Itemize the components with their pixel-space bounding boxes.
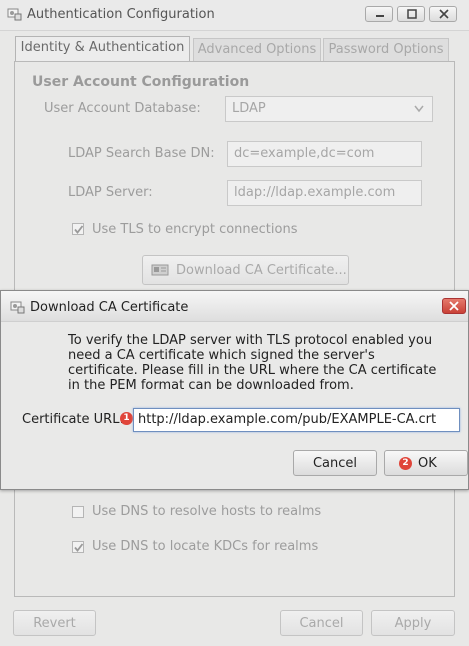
app-icon <box>10 301 25 314</box>
step-badge-2: 2 <box>399 457 412 470</box>
tab-advanced-options[interactable]: Advanced Options <box>193 38 321 62</box>
tab-label: Identity & Authentication <box>20 40 185 55</box>
dns-kdc-label: Use DNS to locate KDCs for realms <box>92 539 319 554</box>
dialog-close-button[interactable] <box>442 298 466 314</box>
minimize-icon <box>376 15 384 17</box>
section-title: User Account Configuration <box>32 74 250 90</box>
download-ca-label: Download CA Certificate... <box>176 263 347 278</box>
certificate-url-label: Certificate URL: <box>22 412 124 427</box>
tls-checkbox[interactable] <box>72 223 84 235</box>
download-ca-certificate-button[interactable]: Download CA Certificate... <box>142 255 349 285</box>
tls-label: Use TLS to encrypt connections <box>92 222 298 237</box>
dialog-cancel-button[interactable]: Cancel <box>293 450 377 476</box>
tab-label: Advanced Options <box>197 42 317 57</box>
ok-label: OK <box>418 456 437 471</box>
app-icon <box>7 8 22 21</box>
check-icon <box>74 225 84 234</box>
ldap-base-dn-input[interactable]: dc=example,dc=com <box>227 141 422 167</box>
ldap-server-label: LDAP Server: <box>68 185 153 200</box>
revert-button[interactable]: Revert <box>13 610 96 636</box>
tab-password-options[interactable]: Password Options <box>323 38 449 62</box>
apply-button[interactable]: Apply <box>371 610 455 636</box>
dns-hosts-checkbox[interactable] <box>72 506 84 518</box>
dialog-title: Download CA Certificate <box>30 300 189 315</box>
check-icon <box>74 543 84 552</box>
dns-hosts-label: Use DNS to resolve hosts to realms <box>92 504 322 519</box>
maximize-button[interactable] <box>397 6 425 22</box>
close-icon <box>449 301 459 311</box>
chevron-down-icon <box>414 105 424 113</box>
download-ca-dialog: Download CA Certificate To verify the LD… <box>0 290 469 490</box>
minimize-button[interactable] <box>365 6 393 22</box>
select-value: LDAP <box>232 101 266 116</box>
dialog-message: To verify the LDAP server with TLS proto… <box>68 333 437 393</box>
window-titlebar: Authentication Configuration <box>0 0 469 31</box>
certificate-url-input[interactable]: http://ldap.example.com/pub/EXAMPLE-CA.c… <box>133 408 460 432</box>
tab-label: Password Options <box>328 42 444 57</box>
user-account-database-label: User Account Database: <box>44 101 201 116</box>
user-account-database-select[interactable]: LDAP <box>225 96 433 122</box>
dns-kdc-checkbox[interactable] <box>72 541 84 553</box>
maximize-icon <box>407 9 417 19</box>
url-value: http://ldap.example.com/pub/EXAMPLE-CA.c… <box>138 412 437 427</box>
ldap-base-dn-label: LDAP Search Base DN: <box>68 146 215 161</box>
window-title: Authentication Configuration <box>27 7 215 22</box>
close-button[interactable] <box>429 6 457 22</box>
cancel-button[interactable]: Cancel <box>280 610 363 636</box>
dialog-titlebar: Download CA Certificate <box>1 291 468 322</box>
ldap-server-input[interactable]: ldap://ldap.example.com <box>227 180 422 206</box>
certificate-icon <box>151 264 169 276</box>
step-badge-1: 1 <box>120 412 133 425</box>
tab-identity-authentication[interactable]: Identity & Authentication <box>15 36 190 62</box>
close-icon <box>439 9 449 19</box>
dialog-ok-button[interactable]: 2 OK <box>384 450 468 476</box>
